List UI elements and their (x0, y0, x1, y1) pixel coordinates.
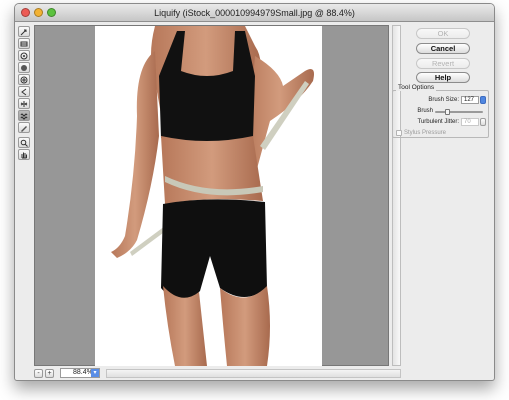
title-bar[interactable]: Liquify (iStock_000010994979Small.jpg @ … (15, 4, 494, 22)
turbulent-jitter-label: Turbulent Jitter: (417, 119, 459, 125)
brush-size-stepper[interactable] (480, 96, 486, 104)
bloat-tool-icon[interactable] (18, 74, 30, 85)
zoom-level-value: 88.4% (73, 369, 93, 376)
zoom-tool-icon[interactable] (18, 137, 30, 148)
zoom-out-button[interactable]: - (34, 368, 43, 378)
horizontal-scrollbar[interactable] (106, 368, 401, 378)
twirl-tool-icon[interactable] (18, 50, 30, 61)
brush-size-label: Brush Size: (428, 97, 459, 103)
hand-tool-icon[interactable] (18, 149, 30, 160)
freeze-mask-tool-icon[interactable] (18, 122, 30, 133)
window-title: Liquify (iStock_000010994979Small.jpg @ … (154, 8, 355, 18)
brush-pressure-slider[interactable] (435, 111, 483, 113)
fitness-model-image (95, 26, 322, 366)
turbulent-jitter-stepper[interactable] (480, 118, 486, 126)
ok-button[interactable]: OK (416, 28, 470, 39)
liquify-window: Liquify (iStock_000010994979Small.jpg @ … (14, 3, 495, 381)
turbulent-jitter-field[interactable]: 70 (461, 118, 479, 126)
status-bar: - + 88.4% ▾ (34, 367, 401, 379)
liquify-toolbar (18, 26, 32, 161)
stylus-pressure-label: Stylus Pressure (404, 130, 447, 136)
photo-image[interactable] (95, 26, 322, 366)
mirror-tool-icon[interactable] (18, 98, 30, 109)
brush-pressure-slider-thumb[interactable] (445, 109, 450, 115)
image-canvas[interactable] (34, 25, 389, 366)
zoom-in-button[interactable]: + (45, 368, 54, 378)
brush-pressure-label: Brush (417, 108, 433, 114)
stylus-pressure-checkbox[interactable] (396, 130, 402, 136)
zoom-level-select[interactable]: 88.4% ▾ (60, 368, 100, 378)
revert-button[interactable]: Revert (416, 58, 470, 69)
brush-size-field[interactable]: 127 (461, 96, 479, 104)
chevron-down-icon: ▾ (91, 369, 99, 377)
help-button[interactable]: Help (416, 72, 470, 83)
pucker-tool-icon[interactable] (18, 62, 30, 73)
push-left-tool-icon[interactable] (18, 86, 30, 97)
cancel-button[interactable]: Cancel (416, 43, 470, 54)
forward-warp-tool-icon[interactable] (18, 26, 30, 37)
reconstruct-tool-icon[interactable] (18, 38, 30, 49)
turbulence-tool-icon[interactable] (18, 110, 30, 121)
tool-options-title: Tool Options (396, 84, 437, 91)
options-panel: OK Cancel Revert Help Tool Options Brush… (391, 22, 494, 380)
